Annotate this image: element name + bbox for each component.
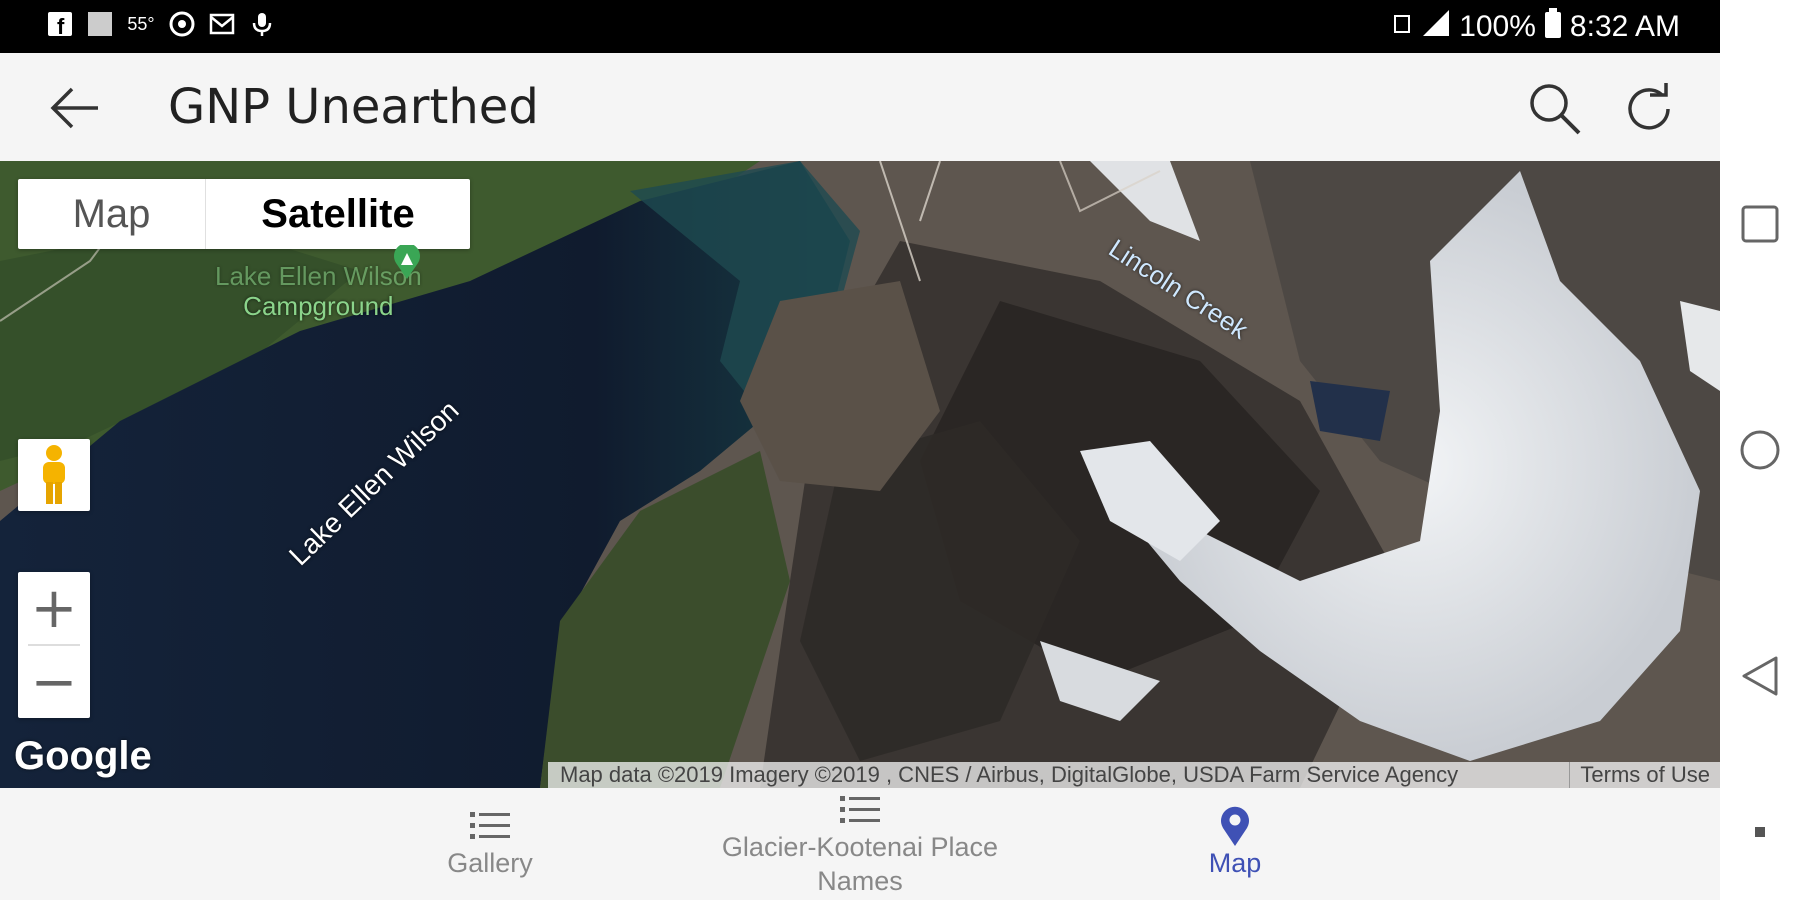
dot-icon [1755, 827, 1765, 837]
nav-gallery[interactable]: Gallery [400, 806, 580, 900]
nav-place-names[interactable]: Glacier-Kootenai Place Names [690, 790, 1030, 900]
triangle-back-icon [1742, 656, 1778, 696]
search-button[interactable] [1525, 79, 1585, 139]
vpn-icon [168, 10, 196, 38]
campground-label[interactable]: Lake Ellen Wilson Campground [215, 261, 422, 321]
home-button[interactable] [1736, 426, 1784, 474]
nav-gallery-label: Gallery [447, 848, 533, 878]
battery-percent: 100% [1459, 10, 1536, 43]
app-bar: GNP Unearthed [0, 53, 1720, 161]
svg-text:f: f [57, 14, 65, 37]
image-icon [86, 10, 114, 38]
google-logo[interactable]: Google [14, 734, 152, 779]
arrow-left-icon [50, 87, 98, 129]
attribution-text: Map data ©2019 Imagery ©2019 , CNES / Ai… [560, 762, 1459, 787]
back-button[interactable] [40, 81, 110, 135]
recents-button[interactable] [1736, 200, 1784, 248]
page-title: GNP Unearthed [168, 79, 539, 135]
map-attribution: Map data ©2019 Imagery ©2019 , CNES / Ai… [548, 762, 1720, 788]
map-type-toggle: Map Satellite [18, 179, 470, 249]
campground-label-line2: Campground [243, 291, 394, 321]
zoom-out-button[interactable]: − [18, 646, 90, 718]
system-navigation-bar [1720, 0, 1800, 900]
bottom-navigation: Gallery Glacier-Kootenai Place Names Map [0, 788, 1720, 900]
square-icon [1741, 205, 1779, 243]
circle-icon [1740, 430, 1780, 470]
facebook-icon: f [46, 10, 74, 38]
status-left-icons: f 55° [46, 10, 276, 38]
satellite-map[interactable]: Map Satellite Lake Ellen Wilson Campgrou… [0, 161, 1720, 788]
map-type-satellite-button[interactable]: Satellite [206, 179, 470, 249]
signal-icon [1393, 8, 1451, 46]
satellite-imagery [0, 161, 1720, 788]
mic-icon [248, 10, 276, 38]
list-icon [840, 790, 880, 830]
pegman-icon [43, 445, 65, 504]
search-icon [1530, 84, 1581, 135]
nav-map-label: Map [1208, 848, 1262, 878]
refresh-icon [1628, 83, 1670, 130]
clock: 8:32 AM [1569, 10, 1680, 43]
temperature-text: 55° [127, 13, 155, 34]
weather-icon: 55° [126, 10, 156, 38]
map-type-map-button[interactable]: Map [18, 179, 206, 249]
street-view-pegman[interactable] [18, 439, 90, 511]
nav-place-names-label: Glacier-Kootenai Place Names [721, 832, 999, 896]
zoom-controls: + − [18, 572, 90, 718]
terms-of-use-link[interactable]: Terms of Use [1569, 762, 1720, 788]
zoom-in-button[interactable]: + [18, 572, 90, 644]
status-right: 100% 8:32 AM [1393, 8, 1680, 46]
mail-icon [208, 10, 236, 38]
battery-icon [1544, 8, 1562, 46]
map-pin-icon [1219, 806, 1251, 846]
refresh-button[interactable] [1620, 79, 1680, 139]
list-icon [470, 806, 510, 846]
campground-icon[interactable] [392, 243, 422, 284]
dot-indicator [1736, 808, 1784, 856]
nav-map[interactable]: Map [1160, 806, 1310, 900]
back-nav-button[interactable] [1736, 652, 1784, 700]
status-bar: f 55° 100% 8:32 AM [0, 0, 1720, 53]
campground-label-line1: Lake Ellen Wilson [215, 261, 422, 291]
